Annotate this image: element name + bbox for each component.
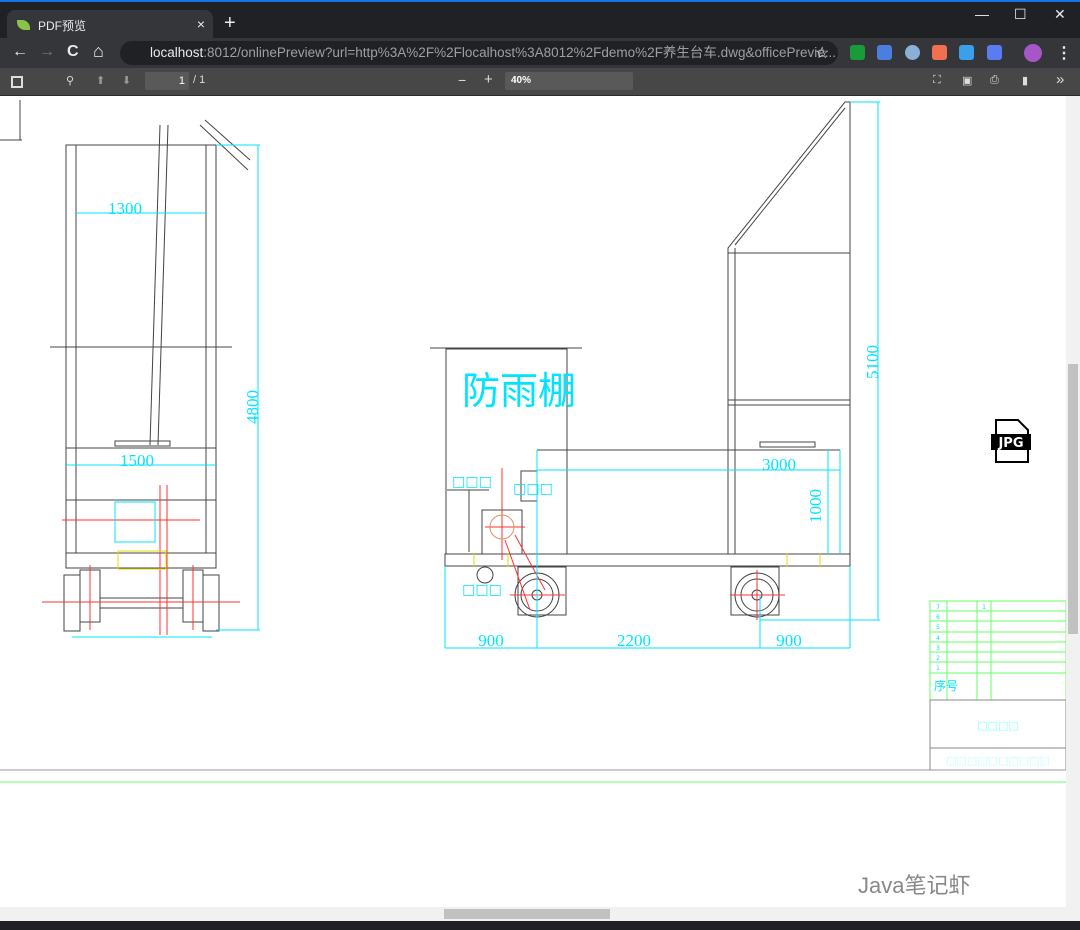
horizontal-scrollbar[interactable] bbox=[0, 907, 1066, 921]
dim-1500: 1500 bbox=[120, 451, 154, 470]
watermark: Java笔记虾 bbox=[858, 873, 971, 898]
dim-3000: 3000 bbox=[762, 455, 796, 474]
extension-ring-icon[interactable] bbox=[905, 45, 920, 60]
label-b: □□□ bbox=[513, 481, 553, 497]
left-yellow-bracket bbox=[117, 550, 167, 570]
zoom-in-button[interactable]: + bbox=[484, 71, 493, 88]
forward-button[interactable]: → bbox=[39, 43, 55, 61]
reload-button[interactable]: C bbox=[67, 43, 79, 61]
new-tab-button[interactable]: + bbox=[224, 12, 236, 35]
tb-row-7: 7 bbox=[936, 604, 940, 611]
open-file-icon[interactable]: ▣ bbox=[962, 74, 972, 87]
dim-900-right: 900 bbox=[776, 631, 802, 650]
tb-row-3: 3 bbox=[936, 645, 940, 652]
vertical-scrollbar[interactable] bbox=[1066, 96, 1080, 921]
address-bar-row: ← → C ⌂ localhost:8012/onlinePreview?url… bbox=[0, 38, 1080, 68]
page-number-input[interactable]: 1 bbox=[145, 72, 189, 90]
vertical-scroll-thumb[interactable] bbox=[1068, 364, 1078, 634]
extension-bird-icon[interactable] bbox=[987, 45, 1002, 60]
previous-page-icon[interactable]: ⬆ bbox=[96, 74, 105, 87]
minimize-button[interactable]: — bbox=[975, 6, 989, 22]
extension-translate-icon[interactable] bbox=[877, 45, 892, 60]
url-input[interactable]: localhost:8012/onlinePreview?url=http%3A… bbox=[120, 41, 838, 65]
horizontal-scroll-thumb[interactable] bbox=[444, 909, 610, 919]
title-block: 7 6 5 4 3 2 1 1 序号 □□□□ □□□□□□□□□□ bbox=[929, 600, 1066, 771]
bookmark-star-button[interactable]: ☆ bbox=[815, 43, 829, 63]
print-icon[interactable]: ⎙ bbox=[990, 74, 999, 87]
search-icon[interactable]: ⚲ bbox=[66, 74, 74, 87]
tb-row-2: 2 bbox=[936, 655, 940, 662]
url-path: :8012/onlinePreview?url=http%3A%2F%2Floc… bbox=[203, 45, 836, 60]
next-page-icon[interactable]: ⬇ bbox=[122, 74, 131, 87]
tb-qty: 1 bbox=[982, 604, 986, 611]
cad-drawing: 1300 1500 4800 防雨棚 5100 3000 1000 900 22… bbox=[0, 100, 1066, 783]
right-view-outline bbox=[430, 101, 851, 618]
avatar[interactable] bbox=[1024, 44, 1042, 62]
tab-title: PDF预览 bbox=[38, 18, 87, 33]
label-c: □□□ bbox=[462, 582, 502, 598]
tab-pdf-preview[interactable]: PDF预览 × bbox=[7, 10, 213, 40]
url-host: localhost bbox=[150, 45, 204, 60]
sidebar-toggle-icon[interactable] bbox=[11, 76, 23, 88]
tb-bottom: □□□□□□□□□□ bbox=[946, 754, 1050, 767]
dim-4800: 4800 bbox=[243, 390, 262, 424]
tb-header-no: 序号 bbox=[934, 678, 958, 693]
presentation-mode-icon[interactable]: ⛶ bbox=[933, 74, 941, 87]
page-total: / 1 bbox=[193, 74, 206, 86]
jpg-label: JPG bbox=[997, 436, 1023, 451]
leaf-icon bbox=[17, 20, 30, 30]
bookmark-icon[interactable]: ▮ bbox=[1022, 74, 1028, 87]
maximize-button[interactable]: ☐ bbox=[1014, 6, 1027, 23]
tab-strip: PDF预览 × + — ☐ ✕ bbox=[0, 0, 1080, 40]
jpg-file-icon: JPG bbox=[991, 419, 1031, 463]
back-button[interactable]: ← bbox=[12, 43, 28, 61]
browser-menu-button[interactable]: ⋮ bbox=[1056, 43, 1072, 63]
dim-1300: 1300 bbox=[108, 199, 142, 218]
tab-close-button[interactable]: × bbox=[197, 16, 205, 32]
extension-red-icon[interactable] bbox=[932, 45, 947, 60]
tb-name: □□□□ bbox=[977, 719, 1019, 732]
left-view-centerlines bbox=[42, 485, 240, 635]
tb-row-4: 4 bbox=[936, 635, 940, 642]
window-bottom-edge bbox=[0, 921, 1080, 930]
left-view-dimensions bbox=[66, 144, 260, 638]
close-window-button[interactable]: ✕ bbox=[1054, 6, 1066, 23]
dim-5100: 5100 bbox=[863, 345, 882, 379]
home-button[interactable]: ⌂ bbox=[93, 41, 104, 62]
zoom-out-button[interactable]: − bbox=[458, 72, 466, 88]
label-a: □□□ bbox=[452, 474, 492, 490]
label-canopy: 防雨棚 bbox=[462, 369, 576, 413]
pdf-toolbar: ⚲ ⬆ ⬇ 1 / 1 − + 40% ⛶ ▣ ⎙ ▮ » bbox=[0, 68, 1080, 96]
dim-1000: 1000 bbox=[806, 489, 825, 523]
pdf-viewer-content: 1300 1500 4800 防雨棚 5100 3000 1000 900 22… bbox=[0, 96, 1066, 907]
tb-row-6: 6 bbox=[936, 614, 940, 621]
tools-more-button[interactable]: » bbox=[1056, 71, 1064, 88]
dim-900-left: 900 bbox=[478, 631, 504, 650]
extension-shield-icon[interactable] bbox=[850, 45, 865, 60]
dim-2200: 2200 bbox=[617, 631, 651, 650]
tb-row-1: 1 bbox=[936, 665, 940, 672]
extension-cloud-icon[interactable] bbox=[959, 45, 974, 60]
tb-row-5: 5 bbox=[936, 624, 940, 631]
zoom-select[interactable]: 40% bbox=[505, 72, 633, 90]
